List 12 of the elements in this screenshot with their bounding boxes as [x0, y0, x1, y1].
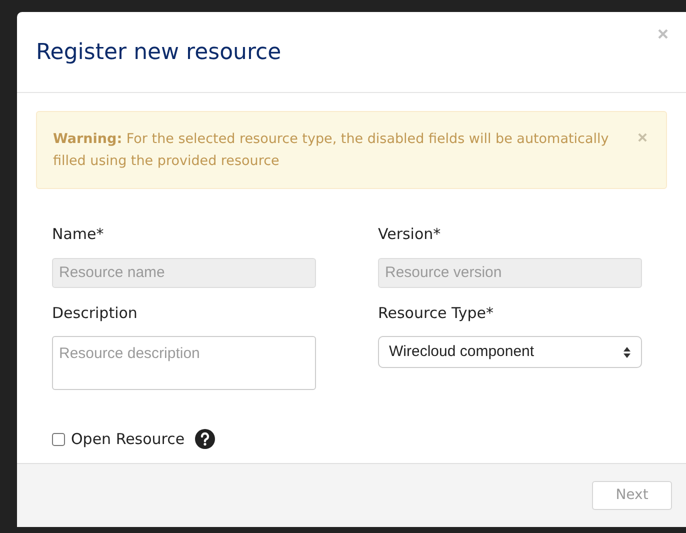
field-label: Name* [52, 224, 105, 245]
text-area[interactable]: Resource description [52, 336, 316, 390]
select-field[interactable]: Wirecloud component [378, 336, 642, 368]
field-label: Description [52, 302, 138, 324]
dialog-title: Register new resource [36, 39, 282, 67]
select-arrows-icon [623, 346, 631, 358]
help-icon[interactable] [194, 429, 215, 450]
checkbox-label: Open Resource [71, 429, 185, 450]
warning-message: Warning: For the selected resource type, the disabled fields will be automatically filled using the provided resource [53, 130, 610, 171]
checkbox[interactable] [52, 432, 65, 446]
field-label: Version* [378, 224, 442, 245]
field-label: Resource Type* [378, 302, 495, 324]
